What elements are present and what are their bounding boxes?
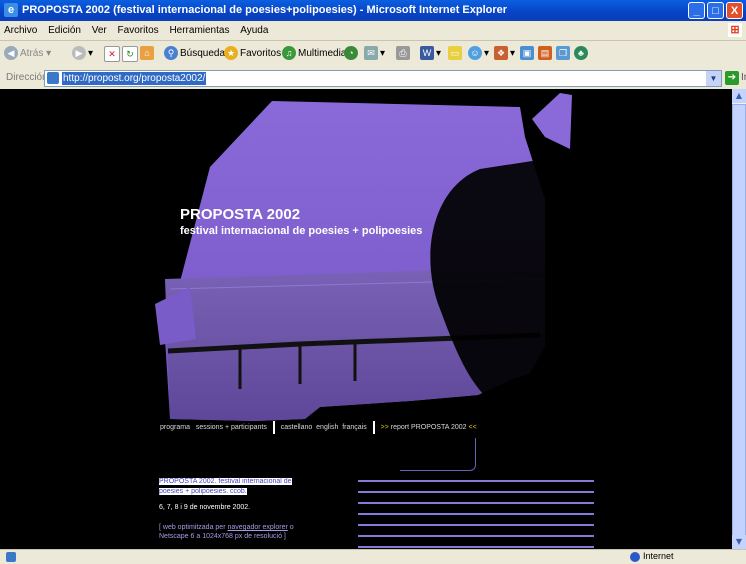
nav-programa[interactable]: programa <box>160 424 190 431</box>
search-button[interactable]: ⚲ Búsqueda <box>164 46 225 62</box>
research-button[interactable]: ❖ ▾ <box>494 46 515 62</box>
site-subtitle: festival internacional de poesies + poli… <box>180 225 423 237</box>
scroll-thumb[interactable] <box>732 104 746 544</box>
stop-button[interactable]: ✕ <box>104 46 122 62</box>
report-prefix-arrows: >> <box>380 424 389 431</box>
window-title: PROPOSTA 2002 (festival internacional de… <box>22 4 508 16</box>
copy-icon: ❐ <box>556 46 570 61</box>
web-page: PROPOSTA 2002 festival internacional de … <box>0 89 732 549</box>
menu-edicion[interactable]: Edición <box>44 21 85 40</box>
toolbar: ◀ Atrás ▾ ▶ ▾ ✕ ↻ ⌂ ⚲ Búsqueda ★ Favoritos ♫… <box>0 41 746 68</box>
home-button[interactable]: ⌂ <box>140 46 156 62</box>
nav-castellano[interactable]: castellano <box>281 424 313 431</box>
windows-flag-icon: ⊞ <box>728 23 742 37</box>
scroll-down-icon[interactable]: ▼ <box>732 535 746 549</box>
tool-a-button[interactable]: ▣ <box>520 46 536 62</box>
page-icon <box>47 72 59 84</box>
minimize-button[interactable]: _ <box>688 2 705 19</box>
address-dropdown-icon[interactable]: ▼ <box>706 71 721 86</box>
refresh-icon: ↻ <box>122 46 138 62</box>
back-dropdown-icon[interactable]: ▾ <box>43 48 51 59</box>
mail-icon: ✉ <box>364 46 378 61</box>
window-icon: ▣ <box>520 46 534 61</box>
messenger-button[interactable]: ☺ ▾ <box>468 46 489 62</box>
festival-info: PROPOSTA 2002. festival internacional de… <box>159 477 314 541</box>
stop-icon: ✕ <box>104 46 120 62</box>
site-heading: PROPOSTA 2002 festival internacional de … <box>180 206 422 238</box>
favorites-button[interactable]: ★ Favoritos <box>224 46 281 62</box>
report-suffix-arrows: << <box>468 424 477 431</box>
close-button[interactable]: X <box>726 2 743 19</box>
history-button[interactable]: ◔ <box>344 46 360 62</box>
print-icon: ⎙ <box>396 46 410 61</box>
nav-english[interactable]: english <box>316 424 338 431</box>
menu-archivo[interactable]: Archivo <box>0 21 41 40</box>
refresh-button[interactable]: ↻ <box>122 46 140 62</box>
festival-dates: 6, 7, 8 i 9 de novembre 2002. <box>159 504 251 511</box>
discuss-icon: ▭ <box>448 46 462 61</box>
security-zone: Internet <box>630 551 674 562</box>
menu-favoritos[interactable]: Favoritos <box>114 21 163 40</box>
media-button[interactable]: ♫ Multimedia <box>282 46 346 62</box>
address-url[interactable]: http://propost.org/proposta2002/ <box>62 72 207 85</box>
back-arrow-icon: ◀ <box>4 46 18 61</box>
go-label[interactable]: Ir <box>741 72 746 83</box>
nav-divider <box>372 421 375 434</box>
people-icon: ♣ <box>574 46 588 61</box>
vertical-scrollbar[interactable]: ▲ ▼ <box>732 89 746 549</box>
page-status-icon <box>6 552 16 562</box>
site-title: PROPOSTA 2002 <box>180 206 301 223</box>
messenger-icon: ☺ <box>468 46 482 61</box>
print-button[interactable]: ⎙ <box>396 46 412 62</box>
decorative-curve <box>400 438 476 471</box>
menu-ver[interactable]: Ver <box>88 21 111 40</box>
go-arrow-icon[interactable]: ➔ <box>725 71 739 85</box>
status-bar: Internet <box>0 549 746 564</box>
history-icon: ◔ <box>344 46 358 61</box>
tool-c-button[interactable]: ❐ <box>556 46 572 62</box>
forward-button[interactable]: ▶ ▾ <box>72 46 93 62</box>
menu-herramientas[interactable]: Herramientas <box>165 21 233 40</box>
address-bar: Dirección http://propost.org/proposta200… <box>0 67 746 90</box>
info-line-2[interactable]: poesies + polipoesies. ccob. <box>159 488 247 495</box>
back-button[interactable]: ◀ Atrás ▾ <box>4 46 51 62</box>
star-icon: ★ <box>224 46 238 61</box>
scroll-up-icon[interactable]: ▲ <box>732 89 746 103</box>
nav-francais[interactable]: français <box>342 424 367 431</box>
ie-logo-icon: e <box>4 3 18 17</box>
car-window-photo <box>0 89 732 549</box>
word-edit-icon: W <box>420 46 434 61</box>
menu-bar: Archivo Edición Ver Favoritos Herramient… <box>0 21 746 41</box>
nav-divider <box>272 421 275 434</box>
address-label: Dirección <box>6 72 48 83</box>
globe-icon <box>630 551 640 562</box>
chart-icon: ▤ <box>538 46 552 61</box>
nav-sessions[interactable]: sessions + participants <box>196 424 267 431</box>
title-bar: e PROPOSTA 2002 (festival internacional … <box>0 0 746 21</box>
search-icon: ⚲ <box>164 46 178 61</box>
mail-button[interactable]: ✉ ▾ <box>364 46 385 62</box>
site-nav: programa sessions + participants castell… <box>160 421 477 435</box>
forward-arrow-icon: ▶ <box>72 46 86 61</box>
discuss-button[interactable]: ▭ <box>448 46 464 62</box>
media-icon: ♫ <box>282 46 296 61</box>
menu-ayuda[interactable]: Ayuda <box>236 21 272 40</box>
tool-d-button[interactable]: ♣ <box>574 46 590 62</box>
info-line-1[interactable]: PROPOSTA 2002. festival internacional de <box>159 478 292 485</box>
home-icon: ⌂ <box>140 46 154 61</box>
nav-report[interactable]: report PROPOSTA 2002 <box>391 424 467 431</box>
browser-note: [ web optimitzada per navegador explorer… <box>159 524 294 540</box>
research-icon: ❖ <box>494 46 508 61</box>
edit-button[interactable]: W ▾ <box>420 46 441 62</box>
forward-dropdown-icon[interactable]: ▾ <box>88 48 93 59</box>
address-input[interactable]: http://propost.org/proposta2002/ ▼ <box>44 70 722 87</box>
tool-b-button[interactable]: ▤ <box>538 46 554 62</box>
browser-link[interactable]: navegador explorer <box>228 524 288 531</box>
maximize-button[interactable]: □ <box>707 2 724 19</box>
